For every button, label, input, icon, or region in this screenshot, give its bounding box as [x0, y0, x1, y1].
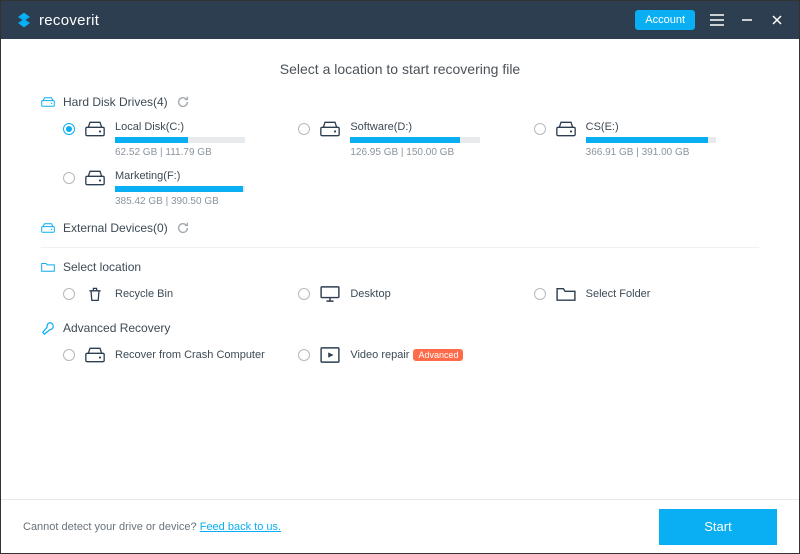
radio[interactable]	[534, 123, 546, 135]
drive-info: Software(D:) 126.95 GB | 150.00 GB	[350, 121, 480, 158]
divider	[41, 247, 759, 248]
menu-icon[interactable]	[709, 12, 725, 28]
drive-icon	[41, 221, 55, 235]
radio[interactable]	[63, 123, 75, 135]
location-label: Select Folder	[586, 286, 651, 302]
advanced-badge: Advanced	[413, 349, 463, 361]
start-button[interactable]: Start	[659, 509, 777, 545]
brand: recoverit	[15, 11, 99, 29]
folder-icon	[556, 286, 576, 307]
section-advanced-title: Advanced Recovery	[63, 321, 170, 335]
radio[interactable]	[298, 288, 310, 300]
drive-info: CS(E:) 366.91 GB | 391.00 GB	[586, 121, 716, 158]
brand-logo-icon	[15, 11, 33, 29]
drive-size: 385.42 GB | 390.50 GB	[115, 196, 245, 207]
radio[interactable]	[298, 349, 310, 361]
section-select: Select location Recycle Bin Desktop Select…	[41, 260, 759, 307]
close-icon[interactable]	[769, 12, 785, 28]
drive-icon	[85, 170, 105, 191]
drive-size: 366.91 GB | 391.00 GB	[586, 147, 716, 158]
section-hdd: Hard Disk Drives(4) Local Disk(C:) 62.52 …	[41, 95, 759, 207]
drive-label: Marketing(F:)	[115, 170, 245, 182]
drive-label: Software(D:)	[350, 121, 480, 133]
drive-icon	[85, 121, 105, 142]
folder-icon	[41, 260, 55, 274]
radio[interactable]	[63, 288, 75, 300]
refresh-icon[interactable]	[176, 95, 190, 109]
advanced-label: Video repairAdvanced	[350, 347, 463, 363]
radio[interactable]	[63, 172, 75, 184]
usage-bar	[586, 137, 716, 143]
wrench-icon	[41, 321, 55, 335]
location-item[interactable]: Select Folder	[534, 286, 759, 307]
usage-bar	[350, 137, 480, 143]
footer-msg: Cannot detect your drive or device?	[23, 521, 200, 533]
advanced-item[interactable]: Video repairAdvanced	[298, 347, 523, 368]
usage-bar	[115, 186, 245, 192]
section-select-title: Select location	[63, 260, 141, 274]
title-actions: Account	[635, 10, 785, 30]
titlebar: recoverit Account	[1, 1, 799, 39]
section-external-title: External Devices(0)	[63, 221, 168, 235]
refresh-icon[interactable]	[176, 221, 190, 235]
drive-info: Local Disk(C:) 62.52 GB | 111.79 GB	[115, 121, 245, 158]
section-select-head: Select location	[41, 260, 759, 274]
drive-label: CS(E:)	[586, 121, 716, 133]
location-label: Desktop	[350, 286, 390, 302]
advanced-label: Recover from Crash Computer	[115, 347, 265, 363]
drive-icon	[85, 347, 105, 368]
section-external: External Devices(0)	[41, 221, 759, 248]
location-label: Recycle Bin	[115, 286, 173, 302]
drive-item[interactable]: Local Disk(C:) 62.52 GB | 111.79 GB	[63, 121, 288, 158]
drive-size: 126.95 GB | 150.00 GB	[350, 147, 480, 158]
hdd-grid: Local Disk(C:) 62.52 GB | 111.79 GB Softwa…	[41, 121, 759, 207]
section-advanced: Advanced Recovery Recover from Crash Com…	[41, 321, 759, 368]
usage-bar	[115, 137, 245, 143]
minimize-icon[interactable]	[739, 12, 755, 28]
account-button[interactable]: Account	[635, 10, 695, 30]
drive-item[interactable]: Marketing(F:) 385.42 GB | 390.50 GB	[63, 170, 288, 207]
radio[interactable]	[63, 349, 75, 361]
main-content: Select a location to start recovering fi…	[1, 39, 799, 499]
drive-size: 62.52 GB | 111.79 GB	[115, 147, 245, 158]
page-title: Select a location to start recovering fi…	[41, 61, 759, 77]
footer-text: Cannot detect your drive or device? Feed…	[23, 521, 281, 533]
drive-info: Marketing(F:) 385.42 GB | 390.50 GB	[115, 170, 245, 207]
drive-item[interactable]: CS(E:) 366.91 GB | 391.00 GB	[534, 121, 759, 158]
footer: Cannot detect your drive or device? Feed…	[1, 499, 799, 553]
radio[interactable]	[298, 123, 310, 135]
section-external-head: External Devices(0)	[41, 221, 759, 235]
radio[interactable]	[534, 288, 546, 300]
video-icon	[320, 347, 340, 368]
advanced-grid: Recover from Crash Computer Video repairA…	[41, 347, 759, 368]
desktop-icon	[320, 286, 340, 307]
section-hdd-head: Hard Disk Drives(4)	[41, 95, 759, 109]
feedback-link[interactable]: Feed back to us.	[200, 521, 281, 533]
location-item[interactable]: Recycle Bin	[63, 286, 288, 307]
drive-icon	[41, 95, 55, 109]
drive-item[interactable]: Software(D:) 126.95 GB | 150.00 GB	[298, 121, 523, 158]
drive-icon	[320, 121, 340, 142]
section-advanced-head: Advanced Recovery	[41, 321, 759, 335]
section-hdd-title: Hard Disk Drives(4)	[63, 95, 168, 109]
location-item[interactable]: Desktop	[298, 286, 523, 307]
advanced-item[interactable]: Recover from Crash Computer	[63, 347, 288, 368]
brand-text: recoverit	[39, 12, 99, 29]
select-grid: Recycle Bin Desktop Select Folder	[41, 286, 759, 307]
drive-icon	[556, 121, 576, 142]
drive-label: Local Disk(C:)	[115, 121, 245, 133]
recycle-icon	[85, 286, 105, 307]
